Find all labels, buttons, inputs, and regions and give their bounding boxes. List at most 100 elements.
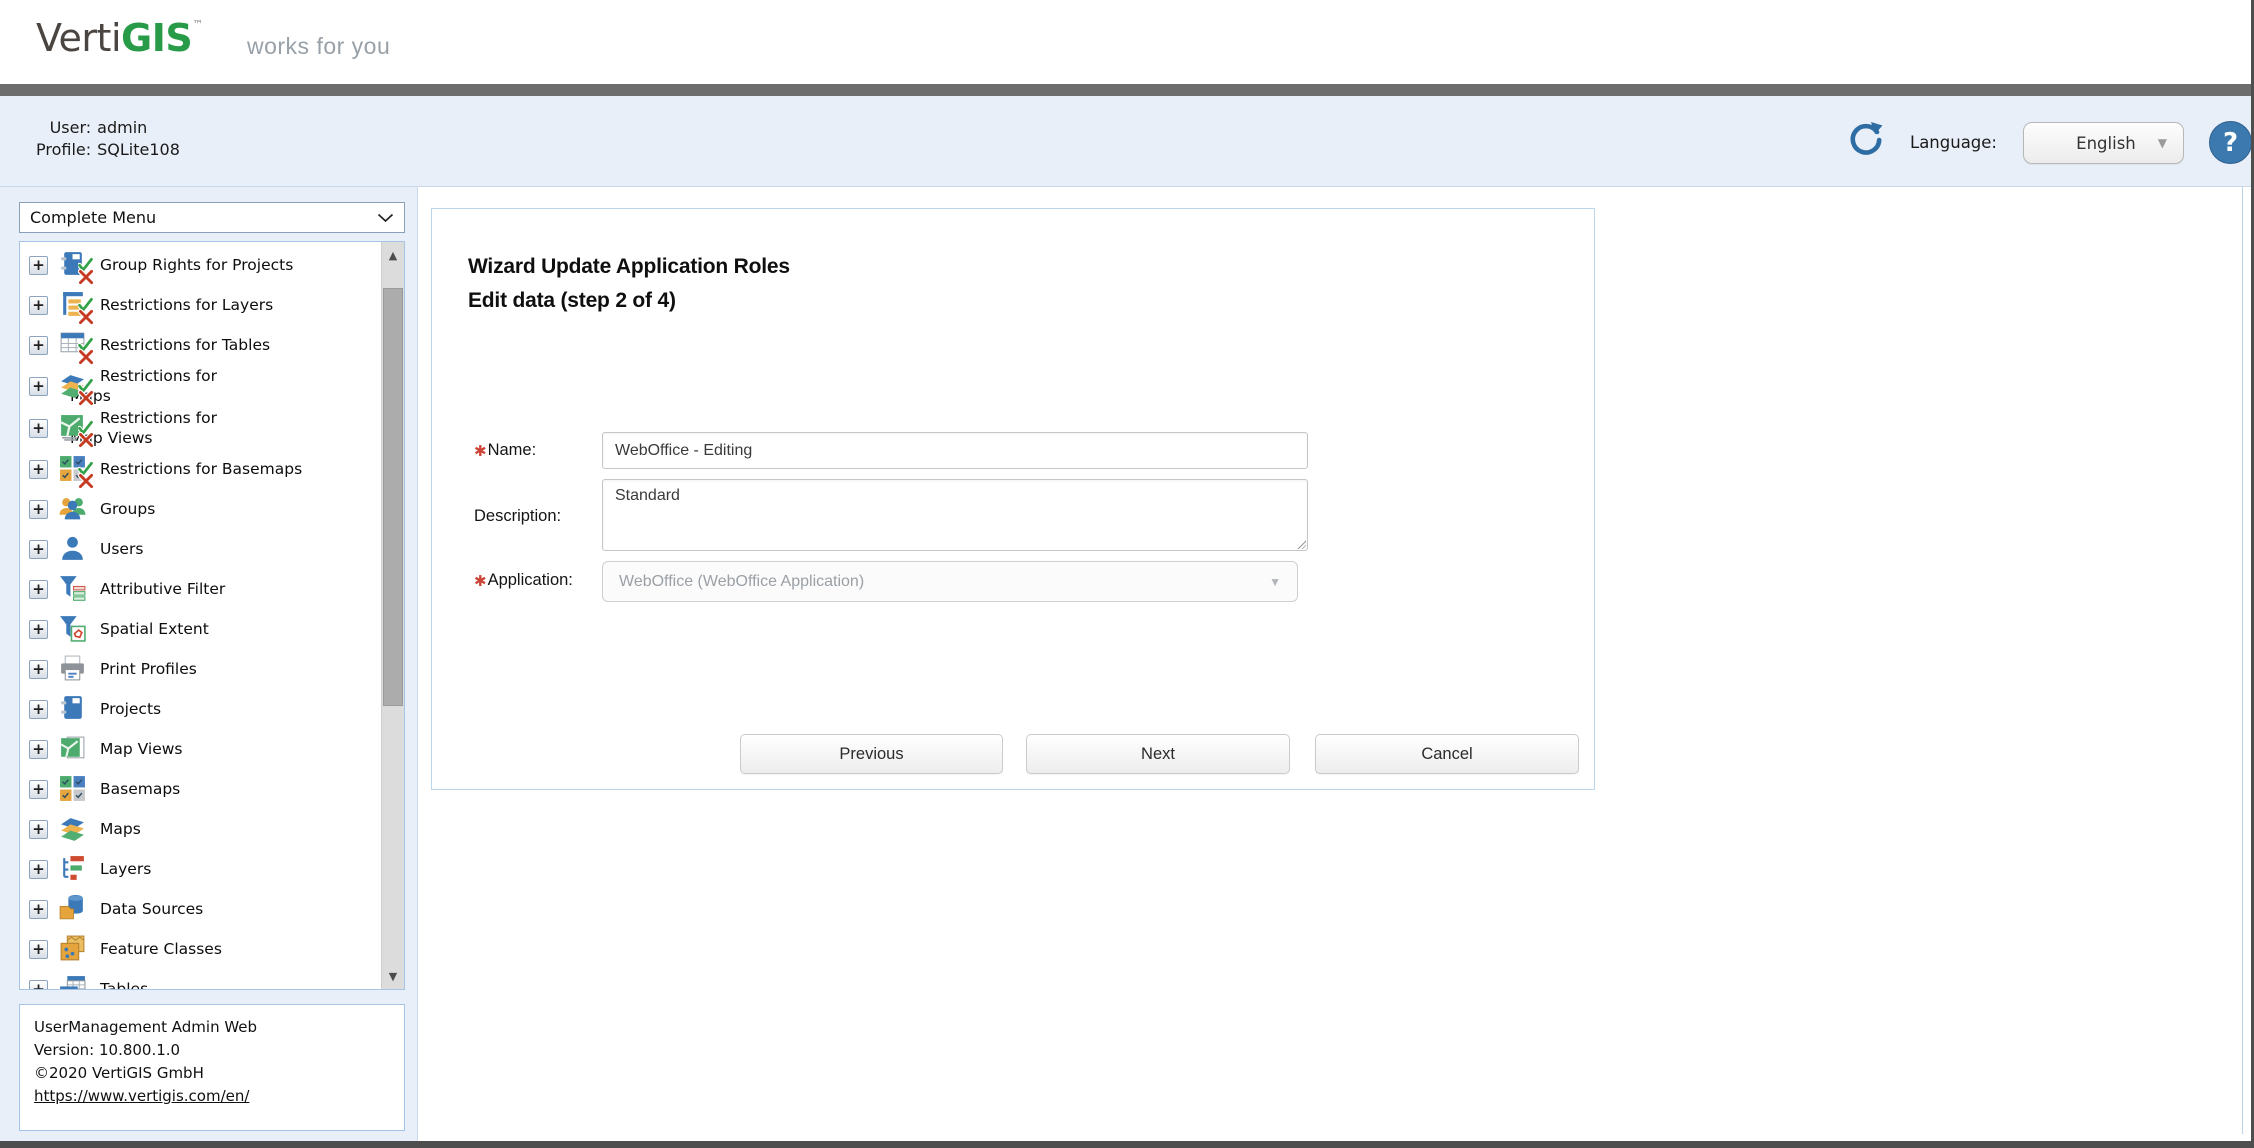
language-value: English (2076, 134, 2136, 153)
wizard-title: Wizard Update Application Roles (468, 255, 790, 279)
next-button[interactable]: Next (1026, 734, 1290, 774)
required-marker: ✱ (474, 443, 487, 460)
sidebar: Complete Menu +Group Rights for Projects… (0, 187, 418, 1141)
description-label-text: Description: (474, 507, 561, 525)
refresh-icon[interactable] (1846, 120, 1886, 160)
tree-item[interactable]: + Groups (29, 489, 380, 529)
logo-verti: Verti (36, 16, 121, 60)
tree-item[interactable]: + Maps (29, 809, 380, 849)
expand-plus-button[interactable]: + (29, 780, 48, 799)
map-view-icon (58, 412, 92, 444)
tree-item[interactable]: +Print Profiles (29, 649, 380, 689)
tree-item[interactable]: + Data Sources (29, 889, 380, 929)
layer-list-icon (58, 289, 92, 321)
tree-item[interactable]: + Feature Classes (29, 929, 380, 969)
profile-value: SQLite108 (97, 139, 180, 161)
description-field[interactable]: Standard (602, 479, 1308, 551)
expand-plus-button[interactable]: + (29, 336, 48, 355)
tree-item[interactable]: + Spatial Extent (29, 609, 380, 649)
expand-plus-button[interactable]: + (29, 419, 48, 438)
expand-plus-button[interactable]: + (29, 660, 48, 679)
previous-button[interactable]: Previous (740, 734, 1003, 774)
user-management-admin-page: VertiGIS™ works for you User: admin Prof… (0, 0, 2254, 1148)
tree-item-label: Maps (100, 819, 141, 839)
user-group-icon (58, 493, 92, 525)
expand-plus-button[interactable]: + (29, 256, 48, 275)
expand-plus-button[interactable]: + (29, 940, 48, 959)
tree-item-label: Feature Classes (100, 939, 222, 959)
tree-item[interactable]: + Projects (29, 689, 380, 729)
about-panel: UserManagement Admin Web Version: 10.800… (19, 1004, 405, 1131)
language-select[interactable]: English ▼ (2023, 122, 2184, 164)
expand-plus-button[interactable]: + (29, 540, 48, 559)
tree-item-label: Restrictions for Basemaps (100, 459, 302, 479)
menu-mode-select[interactable]: Complete Menu (19, 202, 405, 233)
cancel-button[interactable]: Cancel (1315, 734, 1579, 774)
language-label: Language: (1910, 133, 1997, 152)
basemap-tiles-icon (58, 773, 92, 805)
dropdown-arrow-icon: ▼ (1269, 575, 1281, 589)
description-label: Description: (474, 507, 561, 526)
tree-item[interactable]: +Basemaps (29, 769, 380, 809)
name-label: ✱Name: (474, 441, 536, 460)
tree-item[interactable]: + Restrictions for Tables (29, 325, 380, 365)
expand-plus-button[interactable]: + (29, 377, 48, 396)
expand-plus-button[interactable]: + (29, 620, 48, 639)
tree-item-label: Restrictions for Tables (100, 335, 270, 355)
logo-trademark: ™ (192, 18, 203, 31)
window-bottom-edge (0, 1141, 2254, 1148)
dropdown-arrow-icon: ▼ (2158, 136, 2167, 150)
help-icon[interactable]: ? (2209, 121, 2252, 164)
expand-plus-button[interactable]: + (29, 500, 48, 519)
tree-item-label: Spatial Extent (100, 619, 209, 639)
vertigis-link[interactable]: https://www.vertigis.com/en/ (34, 1087, 249, 1105)
expand-plus-button[interactable]: + (29, 820, 48, 839)
expand-plus-button[interactable]: + (29, 580, 48, 599)
basemap-tiles-icon (58, 453, 92, 485)
expand-plus-button[interactable]: + (29, 980, 48, 990)
expand-plus-button[interactable]: + (29, 460, 48, 479)
expand-plus-button[interactable]: + (29, 296, 48, 315)
tree-item-label: Layers (100, 859, 151, 879)
brand-tagline: works for you (247, 33, 390, 60)
tree-item[interactable]: + Users (29, 529, 380, 569)
tree-item[interactable]: +Restrictions for Layers (29, 285, 380, 325)
application-label: ✱Application: (474, 571, 573, 590)
tree-scrollbar[interactable]: ▲ ▼ (381, 242, 404, 989)
expand-plus-button[interactable]: + (29, 740, 48, 759)
filter-extent-icon (58, 613, 92, 645)
expand-plus-button[interactable]: + (29, 900, 48, 919)
user-value: admin (97, 117, 180, 139)
name-field[interactable] (602, 432, 1308, 469)
tree-item-label: Data Sources (100, 899, 203, 919)
tree-item-label: Users (100, 539, 143, 559)
scrollbar-thumb[interactable] (383, 288, 403, 706)
scroll-down-icon[interactable]: ▼ (382, 965, 404, 987)
scroll-up-icon[interactable]: ▲ (382, 244, 404, 266)
content-right-border (2242, 187, 2243, 1134)
application-select[interactable]: WebOffice (WebOffice Application) ▼ (602, 561, 1298, 602)
filter-list-icon (58, 573, 92, 605)
tree-item-label: Restrictions for Map Views (70, 408, 252, 448)
tree-item-label: Groups (100, 499, 155, 519)
expand-plus-button[interactable]: + (29, 700, 48, 719)
tables-stack-icon (58, 973, 92, 989)
tree-item-label: Projects (100, 699, 161, 719)
data-table-icon (58, 329, 92, 361)
tree-item[interactable]: +Map Views (29, 729, 380, 769)
tree-item[interactable]: + Layers (29, 849, 380, 889)
session-info: User: admin Profile: SQLite108 (36, 117, 180, 161)
wizard-panel: Wizard Update Application Roles Edit dat… (431, 208, 1595, 790)
database-folder-icon (58, 893, 92, 925)
menu-mode-value: Complete Menu (30, 208, 377, 227)
tree-item[interactable]: +Attributive Filter (29, 569, 380, 609)
tree-item[interactable]: +Restrictions for Maps (29, 365, 380, 407)
toolbar: User: admin Profile: SQLite108 Language:… (0, 96, 2254, 187)
expand-plus-button[interactable]: + (29, 860, 48, 879)
tree-item[interactable]: + Restrictions for Map Views (29, 407, 380, 449)
maps-stack-icon (58, 370, 92, 402)
header-divider (0, 84, 2254, 96)
tree-item[interactable]: +Group Rights for Projects (29, 245, 380, 285)
tree-item[interactable]: +Tables (29, 969, 380, 989)
tree-item[interactable]: + Restrictions for Basemaps (29, 449, 380, 489)
